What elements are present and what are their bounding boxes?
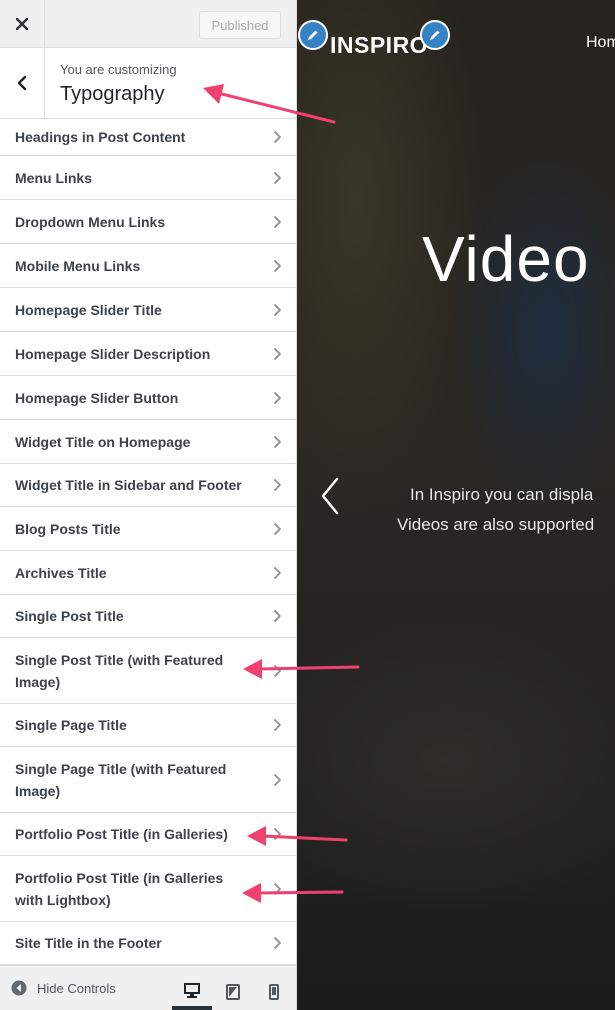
desktop-icon — [184, 982, 200, 998]
customizing-label: You are customizing — [60, 62, 177, 77]
edit-shortcut-logo[interactable] — [298, 20, 328, 50]
preview-desktop-button[interactable] — [172, 974, 212, 1010]
site-logo[interactable]: INSPIRO — [330, 32, 428, 59]
list-item-label: Archives Title — [15, 564, 107, 581]
chevron-right-icon — [274, 828, 281, 840]
list-item-label: Portfolio Post Title (in Galleries) — [15, 826, 228, 842]
edit-shortcut-menu[interactable] — [420, 20, 450, 50]
list-item[interactable]: Dropdown Menu Links — [0, 200, 296, 244]
list-item-label: Single Post Title (with Featured Image) — [15, 651, 224, 690]
chevron-right-icon — [274, 215, 281, 228]
hero-description-line-2: Videos are also supported — [397, 515, 595, 534]
list-item[interactable]: Single Post Title (with Featured Image) — [0, 638, 296, 704]
chevron-right-icon — [274, 664, 281, 677]
list-item-label: Dropdown Menu Links — [15, 213, 166, 230]
chevron-right-icon — [274, 566, 281, 579]
hide-controls-label: Hide Controls — [37, 980, 116, 996]
section-header: You are customizing Typography — [0, 48, 296, 119]
chevron-left-icon — [17, 75, 27, 91]
list-item-label: Blog Posts Title — [15, 520, 121, 537]
list-item[interactable]: Archives Title — [0, 551, 296, 595]
list-item[interactable]: Portfolio Post Title (in Galleries with … — [0, 856, 296, 922]
list-item[interactable]: Single Post Title — [0, 595, 296, 638]
list-item[interactable]: Homepage Slider Button — [0, 376, 296, 420]
chevron-right-icon — [274, 391, 281, 404]
list-item[interactable]: Homepage Slider Title — [0, 288, 296, 332]
published-button[interactable]: Published — [199, 11, 281, 39]
tablet-icon — [226, 984, 240, 1000]
chevron-right-icon — [274, 610, 281, 622]
mobile-icon — [269, 984, 279, 1000]
list-item-label: Single Page Title — [15, 717, 127, 733]
list-item[interactable]: Single Page Title (with Featured Image) — [0, 747, 296, 813]
pencil-icon — [308, 30, 318, 40]
collapse-left-icon — [11, 980, 27, 996]
hero-description-line-1: In Inspiro you can displa — [410, 485, 594, 504]
chevron-right-icon — [274, 937, 281, 949]
back-button[interactable] — [0, 48, 45, 118]
slider-prev-arrow-icon[interactable] — [317, 475, 343, 517]
list-item-label: Portfolio Post Title (in Galleries with … — [15, 869, 224, 908]
chevron-right-icon — [274, 522, 281, 535]
list-item-label: Site Title in the Footer — [15, 935, 162, 951]
list-item-label: Mobile Menu Links — [15, 257, 141, 274]
customizer-panel: Published You are customizing Typography… — [0, 0, 297, 1010]
preview-tablet-button[interactable] — [213, 974, 253, 1010]
chevron-right-icon — [274, 479, 281, 491]
list-item[interactable]: Widget Title on Homepage — [0, 420, 296, 464]
list-item[interactable]: Portfolio Post Title (in Galleries) — [0, 813, 296, 856]
close-icon — [16, 17, 28, 30]
chevron-right-icon — [274, 131, 281, 143]
list-item[interactable]: Homepage Slider Description — [0, 332, 296, 376]
list-item-label: Homepage Slider Button — [15, 389, 179, 406]
chevron-right-icon — [274, 259, 281, 272]
chevron-right-icon — [274, 435, 281, 448]
list-item-label: Single Post Title — [15, 608, 124, 624]
list-item[interactable]: Site Title in the Footer — [0, 922, 296, 965]
nav-link-home[interactable]: Hom — [586, 34, 615, 52]
list-item-label: Menu Links — [15, 169, 93, 186]
list-item-label: Widget Title on Homepage — [15, 433, 191, 450]
pencil-icon — [430, 30, 440, 40]
chevron-right-icon — [274, 773, 281, 786]
customizer-footer: Hide Controls — [0, 965, 296, 1010]
section-title: Typography — [60, 83, 165, 105]
hero-title: Video — [422, 223, 590, 295]
customizer-topbar: Published — [0, 0, 296, 48]
chevron-right-icon — [274, 347, 281, 360]
list-item[interactable]: Single Page Title — [0, 704, 296, 747]
site-preview: INSPIRO Hom Video In Inspiro you can dis… — [297, 0, 615, 1010]
list-item[interactable]: Blog Posts Title — [0, 507, 296, 551]
chevron-right-icon — [274, 171, 281, 184]
list-item-label: Homepage Slider Title — [15, 301, 162, 318]
list-item[interactable]: Headings in Post Content — [0, 119, 296, 156]
list-item-label: Widget Title in Sidebar and Footer — [15, 477, 242, 493]
list-item-label: Headings in Post Content — [15, 129, 186, 145]
list-item-label: Homepage Slider Description — [15, 345, 211, 362]
preview-mobile-button[interactable] — [254, 974, 294, 1010]
typography-options-list: Headings in Post Content Menu Links Dropdo… — [0, 119, 296, 965]
chevron-right-icon — [274, 719, 281, 731]
list-item[interactable]: Mobile Menu Links — [0, 244, 296, 288]
list-item-label: Single Page Title (with Featured Image) — [15, 760, 227, 799]
hide-controls-button[interactable]: Hide Controls — [11, 980, 116, 996]
list-item[interactable]: Widget Title in Sidebar and Footer — [0, 464, 296, 507]
close-customizer-button[interactable] — [0, 0, 45, 47]
chevron-right-icon — [274, 303, 281, 316]
list-item[interactable]: Menu Links — [0, 156, 296, 200]
chevron-right-icon — [274, 882, 281, 895]
